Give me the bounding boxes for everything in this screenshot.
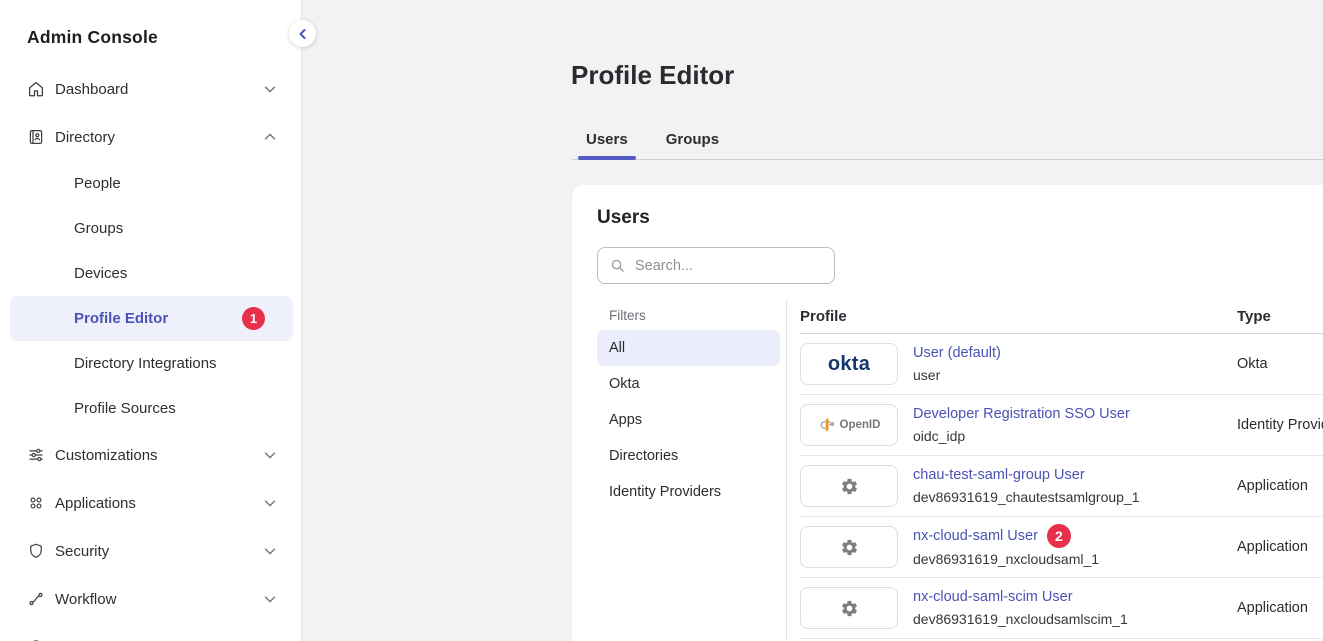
search-icon <box>610 258 625 273</box>
panes: Filters All Okta Apps Directories Identi… <box>572 300 1323 641</box>
tab-users[interactable]: Users <box>578 120 636 159</box>
sidebar-item-label: Customizations <box>55 447 158 464</box>
sidebar-item-devices[interactable]: Devices <box>0 251 301 296</box>
search-box <box>597 247 835 284</box>
sidebar-item-label: Devices <box>74 265 127 282</box>
sidebar-item-label: Profile Editor <box>74 310 168 327</box>
app-title: Admin Console <box>0 20 301 65</box>
card-heading: Users <box>597 207 650 229</box>
filter-apps[interactable]: Apps <box>597 402 780 438</box>
sidebar-item-label: Directory Integrations <box>74 355 217 372</box>
sidebar-item-label: Workflow <box>55 591 116 608</box>
chevron-down-icon <box>263 82 277 96</box>
sidebar-item-customizations[interactable]: Customizations <box>0 431 301 479</box>
profile-link[interactable]: nx-cloud-saml-scim User <box>913 586 1073 608</box>
sidebar-item-people[interactable]: People <box>0 161 301 206</box>
table-row: okta User (default) user Okta <box>800 334 1323 395</box>
profile-subtitle: oidc_idp <box>913 425 1237 447</box>
apps-grid-icon <box>27 494 45 512</box>
profile-subtitle: dev86931619_nxcloudsaml_1 <box>913 548 1237 570</box>
gear-icon <box>840 538 859 557</box>
filters-label: Filters <box>597 300 780 330</box>
sidebar-item-directory-integrations[interactable]: Directory Integrations <box>0 341 301 386</box>
profile-subtitle: dev86931619_chautestsamlgroup_1 <box>913 486 1237 508</box>
workflow-icon <box>27 590 45 608</box>
sidebar-item-label: People <box>74 175 121 192</box>
profile-link[interactable]: User (default) <box>913 342 1001 364</box>
chevron-down-icon <box>263 496 277 510</box>
profile-type: Application <box>1237 600 1308 616</box>
sidebar-item-label: Dashboard <box>55 81 128 98</box>
column-header-profile: Profile <box>800 308 1237 325</box>
main-content: Profile Editor Users Groups Users Filter… <box>303 0 1323 641</box>
chevron-up-icon <box>263 130 277 144</box>
sidebar-item-partial[interactable] <box>0 623 301 641</box>
sidebar-nav: Dashboard Directory People Groups Device… <box>0 65 301 641</box>
profile-link[interactable]: chau-test-saml-group User <box>913 464 1085 486</box>
sidebar-item-workflow[interactable]: Workflow <box>0 575 301 623</box>
table-row: nx-cloud-saml-scim User dev86931619_nxcl… <box>800 578 1323 639</box>
directory-icon <box>27 128 45 146</box>
sidebar-item-applications[interactable]: Applications <box>0 479 301 527</box>
gear-icon <box>840 599 859 618</box>
profiles-table: Profile Type okta User (default) user Ok… <box>787 300 1323 641</box>
sidebar-item-label: Profile Sources <box>74 400 176 417</box>
chevron-left-icon <box>297 28 309 40</box>
app-logo <box>800 465 898 507</box>
openid-icon <box>818 416 836 434</box>
table-row: nx-cloud-saml User 2 dev86931619_nxcloud… <box>800 517 1323 578</box>
sidebar: Admin Console Dashboard Directory People… <box>0 0 302 641</box>
filter-identity-providers[interactable]: Identity Providers <box>597 474 780 510</box>
profile-type: Identity Provider <box>1237 417 1323 433</box>
sidebar-item-label: Applications <box>55 495 136 512</box>
column-header-type: Type <box>1237 308 1271 325</box>
profile-link[interactable]: nx-cloud-saml User <box>913 525 1038 547</box>
notification-badge: 1 <box>242 307 265 330</box>
profile-subtitle: user <box>913 364 1237 386</box>
search-input[interactable] <box>633 257 822 275</box>
sidebar-item-label: Directory <box>55 129 115 146</box>
gear-icon <box>840 477 859 496</box>
profile-link[interactable]: Developer Registration SSO User <box>913 403 1130 425</box>
sidebar-item-directory[interactable]: Directory <box>0 113 301 161</box>
users-card: Users Filters All Okta Apps Directories … <box>572 185 1323 641</box>
profile-type: Okta <box>1237 356 1268 372</box>
app-logo <box>800 587 898 629</box>
filter-all[interactable]: All <box>597 330 780 366</box>
table-header: Profile Type <box>800 300 1323 334</box>
sidebar-item-label: Security <box>55 543 109 560</box>
chevron-down-icon <box>263 544 277 558</box>
profile-type: Application <box>1237 478 1308 494</box>
openid-logo: OpenID <box>800 404 898 446</box>
tab-bar: Users Groups <box>572 120 1323 160</box>
sidebar-item-dashboard[interactable]: Dashboard <box>0 65 301 113</box>
sidebar-item-profile-sources[interactable]: Profile Sources <box>0 386 301 431</box>
notification-badge: 2 <box>1047 524 1071 548</box>
sliders-icon <box>27 446 45 464</box>
chevron-down-icon <box>263 592 277 606</box>
table-row: chau-test-saml-group User dev86931619_ch… <box>800 456 1323 517</box>
shield-icon <box>27 542 45 560</box>
sidebar-item-profile-editor[interactable]: Profile Editor 1 <box>10 296 293 341</box>
tab-groups[interactable]: Groups <box>658 120 727 159</box>
page-title: Profile Editor <box>571 60 734 90</box>
profile-type: Application <box>1237 539 1308 555</box>
chevron-down-icon <box>263 448 277 462</box>
filters-pane: Filters All Okta Apps Directories Identi… <box>572 300 787 641</box>
okta-logo: okta <box>800 343 898 385</box>
home-icon <box>27 80 45 98</box>
table-row: OpenID Developer Registration SSO User o… <box>800 395 1323 456</box>
sidebar-item-label: Groups <box>74 220 123 237</box>
sidebar-item-security[interactable]: Security <box>0 527 301 575</box>
sidebar-collapse-button[interactable] <box>289 20 316 47</box>
app-logo <box>800 526 898 568</box>
filter-okta[interactable]: Okta <box>597 366 780 402</box>
filter-directories[interactable]: Directories <box>597 438 780 474</box>
sidebar-item-groups[interactable]: Groups <box>0 206 301 251</box>
profile-subtitle: dev86931619_nxcloudsamlscim_1 <box>913 608 1237 630</box>
